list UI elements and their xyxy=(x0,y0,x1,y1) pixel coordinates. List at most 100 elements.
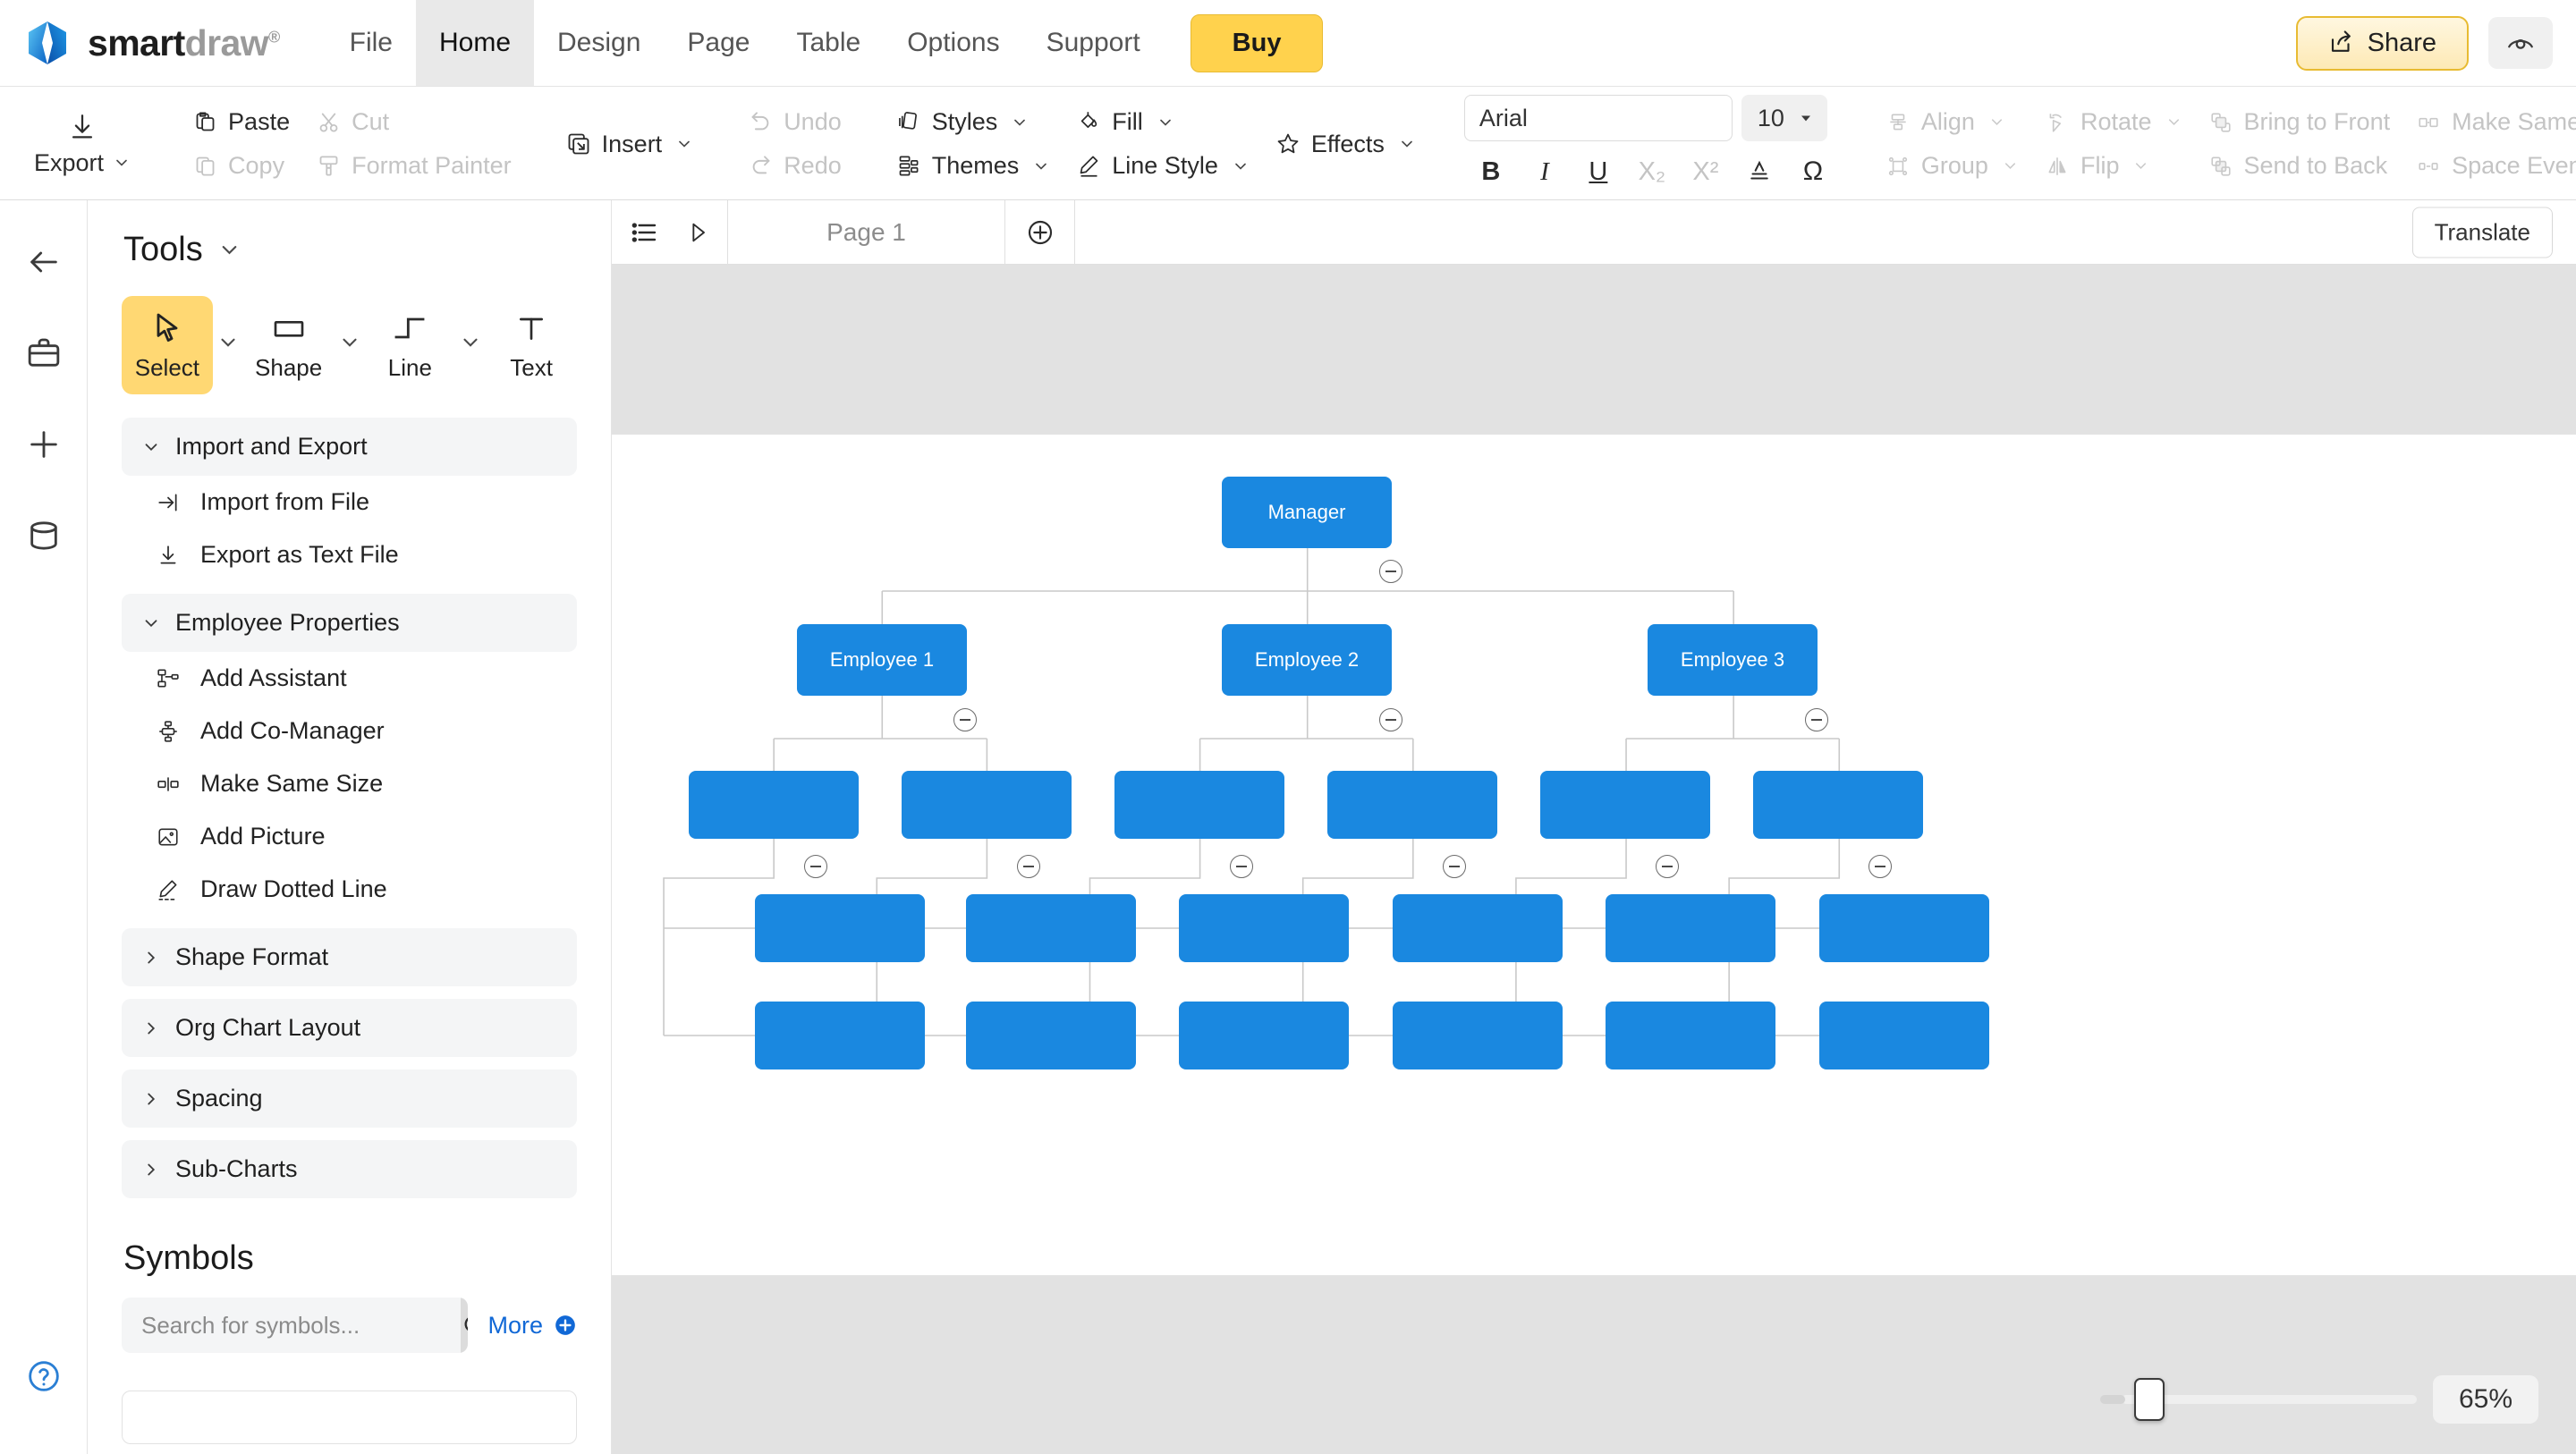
copy-button[interactable]: Copy xyxy=(179,147,302,185)
org-node-empty[interactable] xyxy=(1540,771,1710,839)
italic-button[interactable]: I xyxy=(1521,150,1568,193)
org-node-employee-1[interactable]: Employee 1 xyxy=(797,624,967,696)
font-family-input[interactable] xyxy=(1463,95,1733,141)
list-icon[interactable] xyxy=(630,218,658,247)
font-color-button[interactable] xyxy=(1736,150,1783,193)
symbols-search-input[interactable] xyxy=(122,1298,461,1353)
make-same-button[interactable]: Make Same xyxy=(2402,103,2576,141)
section-employee-properties[interactable]: Employee Properties xyxy=(122,594,577,652)
underline-button[interactable]: U xyxy=(1575,150,1622,193)
zoom-slider-handle[interactable] xyxy=(2134,1378,2165,1421)
org-node-empty[interactable] xyxy=(1114,771,1284,839)
org-node-empty[interactable] xyxy=(1179,1002,1349,1069)
export-button[interactable]: Export xyxy=(14,106,150,182)
collapse-toggle-mgr[interactable] xyxy=(1379,560,1402,583)
tool-shape-caret[interactable] xyxy=(338,296,361,389)
menu-export-as-text-file[interactable]: Export as Text File xyxy=(122,528,577,581)
menu-item-page[interactable]: Page xyxy=(664,0,773,86)
collapse-toggle-c32[interactable] xyxy=(1868,855,1892,878)
menu-item-home[interactable]: Home xyxy=(415,0,535,86)
tool-select-caret[interactable] xyxy=(216,296,240,389)
symbol-button[interactable]: Ω xyxy=(1790,150,1836,193)
preview-button[interactable] xyxy=(2488,17,2553,69)
menu-add-co-manager[interactable]: Add Co-Manager xyxy=(122,705,577,757)
add-page-button[interactable] xyxy=(1005,200,1075,264)
menu-item-options[interactable]: Options xyxy=(884,0,1022,86)
org-node-empty[interactable] xyxy=(755,1002,925,1069)
undo-button[interactable]: Undo xyxy=(734,103,854,141)
translate-button[interactable]: Translate xyxy=(2411,207,2553,258)
tool-select[interactable]: Select xyxy=(122,296,213,394)
align-button[interactable]: Align xyxy=(1872,103,2031,141)
insert-button[interactable]: Insert xyxy=(553,125,707,164)
org-node-empty[interactable] xyxy=(1819,894,1989,962)
org-node-empty[interactable] xyxy=(902,771,1072,839)
space-evenly-button[interactable]: Space Evenly xyxy=(2402,147,2576,185)
org-node-empty[interactable] xyxy=(966,894,1136,962)
cut-button[interactable]: Cut xyxy=(302,103,524,141)
org-node-empty[interactable] xyxy=(1753,771,1923,839)
section-shape-format[interactable]: Shape Format xyxy=(122,928,577,986)
menu-make-same-size[interactable]: Make Same Size xyxy=(122,757,577,810)
org-node-employee-2[interactable]: Employee 2 xyxy=(1222,624,1392,696)
effects-button[interactable]: Effects xyxy=(1262,125,1428,164)
group-button[interactable]: Group xyxy=(1872,147,2031,185)
data-cylinder-icon[interactable] xyxy=(18,510,70,562)
page-sheet[interactable]: Manager Employee 1 Employee 2 Employee 3 xyxy=(612,435,2576,1275)
menu-draw-dotted-line[interactable]: Draw Dotted Line xyxy=(122,863,577,916)
menu-item-support[interactable]: Support xyxy=(1023,0,1164,86)
canvas-scroll-region[interactable]: Manager Employee 1 Employee 2 Employee 3 65… xyxy=(612,265,2576,1454)
rotate-button[interactable]: Rotate xyxy=(2031,103,2195,141)
org-node-employee-3[interactable]: Employee 3 xyxy=(1648,624,1818,696)
collapse-toggle-e2[interactable] xyxy=(1379,708,1402,731)
collapse-toggle-e1[interactable] xyxy=(953,708,977,731)
symbols-search-button[interactable] xyxy=(461,1298,469,1353)
org-node-empty[interactable] xyxy=(1819,1002,1989,1069)
subscript-button[interactable]: X₂ xyxy=(1629,150,1675,193)
send-to-back-button[interactable]: Send to Back xyxy=(2195,147,2403,185)
section-import-and-export[interactable]: Import and Export xyxy=(122,418,577,476)
org-node-empty[interactable] xyxy=(1179,894,1349,962)
section-spacing[interactable]: Spacing xyxy=(122,1069,577,1128)
tool-text[interactable]: Text xyxy=(486,296,577,394)
collapse-toggle-c21[interactable] xyxy=(1230,855,1253,878)
org-node-manager[interactable]: Manager xyxy=(1222,477,1392,548)
collapse-toggle-c22[interactable] xyxy=(1443,855,1466,878)
tool-line-caret[interactable] xyxy=(459,296,482,389)
redo-button[interactable]: Redo xyxy=(734,147,854,185)
collapse-toggle-c31[interactable] xyxy=(1656,855,1679,878)
org-node-empty[interactable] xyxy=(1606,1002,1775,1069)
buy-button[interactable]: Buy xyxy=(1190,13,1324,72)
flip-button[interactable]: Flip xyxy=(2031,147,2195,185)
templates-case-icon[interactable] xyxy=(18,327,70,379)
menu-item-design[interactable]: Design xyxy=(534,0,664,86)
section-sub-charts[interactable]: Sub-Charts xyxy=(122,1140,577,1198)
font-size-select[interactable]: 10 xyxy=(1741,95,1827,141)
menu-item-table[interactable]: Table xyxy=(773,0,884,86)
tools-panel-header[interactable]: Tools xyxy=(122,222,577,269)
styles-button[interactable]: Styles xyxy=(883,103,1063,141)
bring-to-front-button[interactable]: Bring to Front xyxy=(2195,103,2403,141)
menu-item-file[interactable]: File xyxy=(326,0,416,86)
bold-button[interactable]: B xyxy=(1468,150,1514,193)
org-node-empty[interactable] xyxy=(966,1002,1136,1069)
help-question-icon[interactable] xyxy=(18,1350,70,1402)
fill-button[interactable]: Fill xyxy=(1063,103,1262,141)
org-node-empty[interactable] xyxy=(689,771,859,839)
section-org-chart-layout[interactable]: Org Chart Layout xyxy=(122,999,577,1057)
org-node-empty[interactable] xyxy=(755,894,925,962)
menu-import-from-file[interactable]: Import from File xyxy=(122,476,577,528)
org-node-empty[interactable] xyxy=(1393,894,1563,962)
play-triangle-icon[interactable] xyxy=(685,220,710,245)
menu-add-picture[interactable]: Add Picture xyxy=(122,810,577,863)
page-tab-page-1[interactable]: Page 1 xyxy=(728,200,1005,264)
superscript-button[interactable]: X² xyxy=(1682,150,1729,193)
line-style-button[interactable]: Line Style xyxy=(1063,147,1262,185)
tool-shape[interactable]: Shape xyxy=(243,296,335,394)
paste-button[interactable]: Paste xyxy=(179,103,302,141)
collapse-toggle-c12[interactable] xyxy=(1017,855,1040,878)
menu-add-assistant[interactable]: Add Assistant xyxy=(122,652,577,705)
org-node-empty[interactable] xyxy=(1393,1002,1563,1069)
zoom-slider-track[interactable] xyxy=(2100,1378,2417,1421)
themes-button[interactable]: Themes xyxy=(883,147,1063,185)
